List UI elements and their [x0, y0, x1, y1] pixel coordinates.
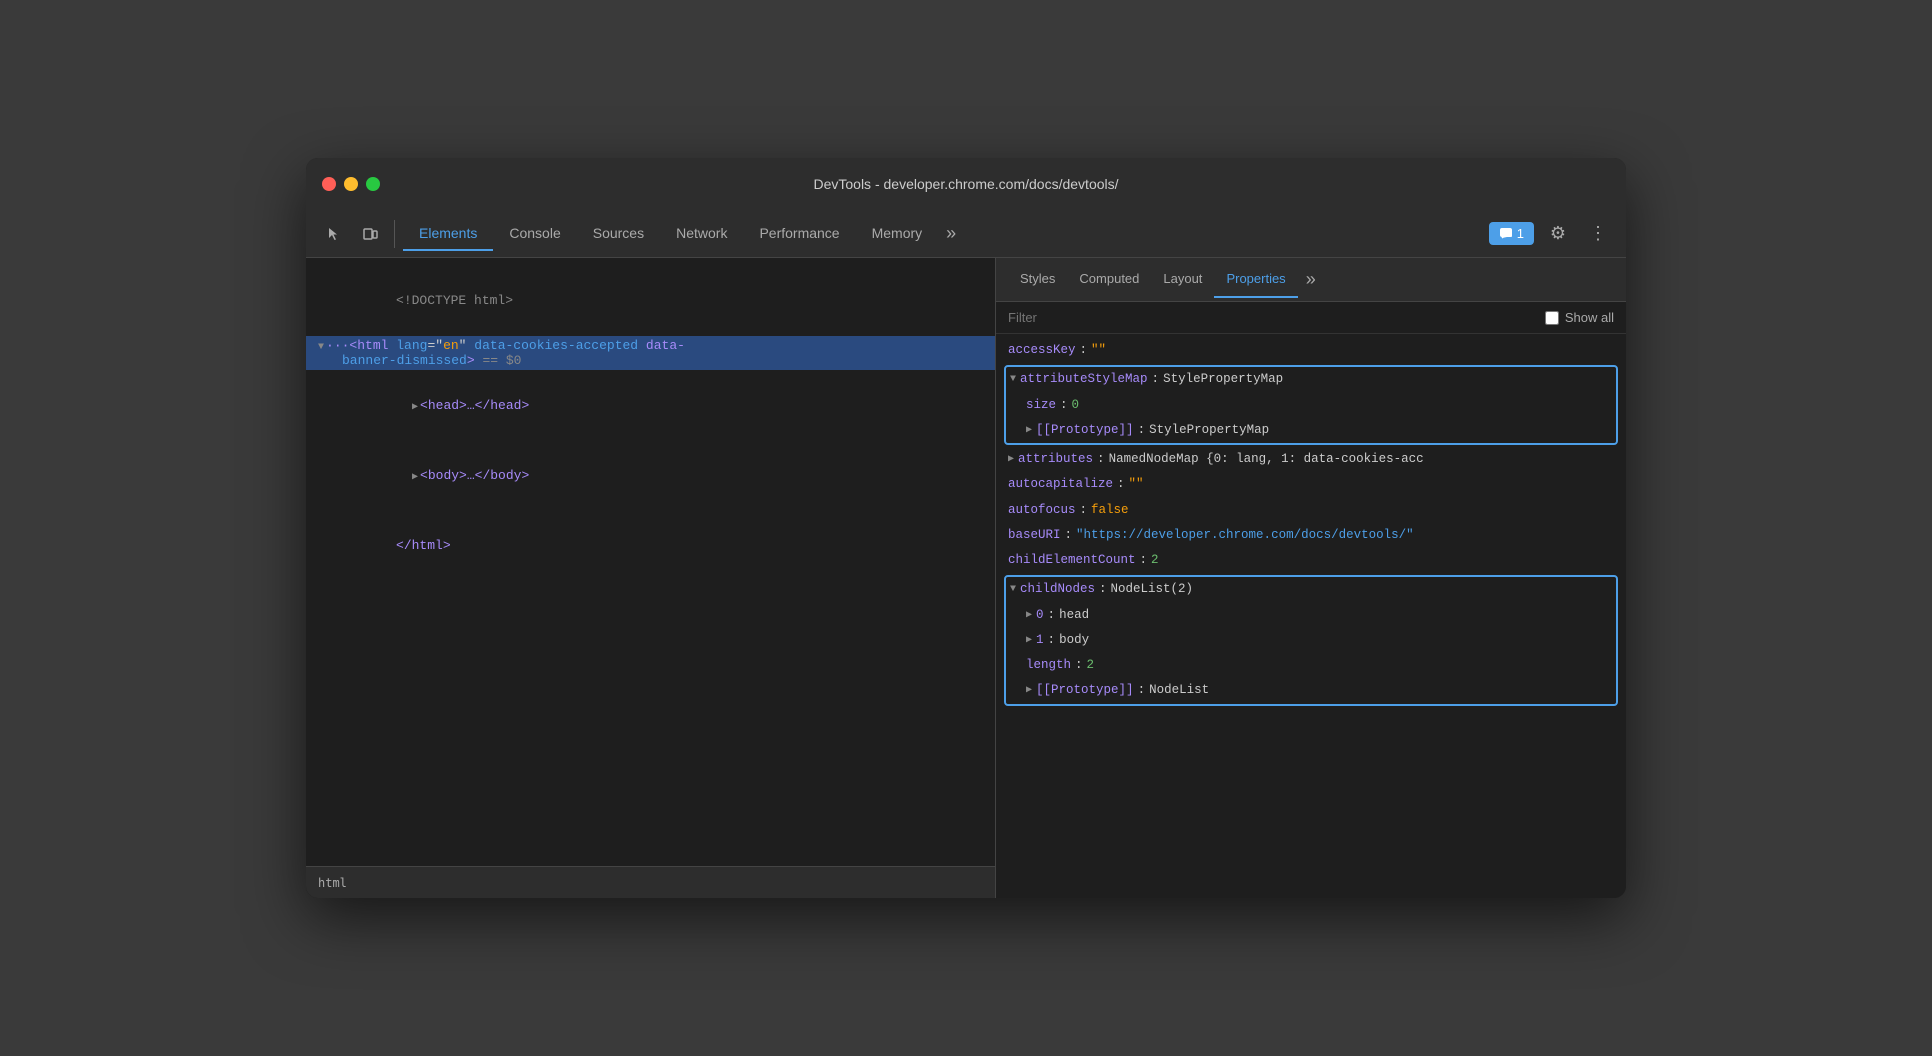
- prop-childelementcount: childElementCount : 2: [996, 548, 1626, 573]
- tab-sources[interactable]: Sources: [577, 217, 660, 251]
- properties-content[interactable]: accessKey : "" ▼ attributeStyleMap : Sty…: [996, 334, 1626, 898]
- dom-tree[interactable]: <!DOCTYPE html> ▼···<html lang="en" data…: [306, 258, 995, 866]
- device-icon: [362, 226, 378, 242]
- settings-button[interactable]: ⚙: [1542, 218, 1574, 250]
- tab-network[interactable]: Network: [660, 217, 743, 251]
- tab-memory[interactable]: Memory: [856, 217, 939, 251]
- html-closing: </html>: [318, 511, 983, 581]
- childnodes-section: ▼ childNodes : NodeList(2) ▶ 0 : head ▶ …: [1004, 575, 1618, 705]
- props-tabs: Styles Computed Layout Properties »: [996, 258, 1626, 302]
- show-all-container: Show all: [1545, 310, 1614, 325]
- body-element[interactable]: ▶<body>…</body>: [318, 440, 983, 510]
- tab-styles[interactable]: Styles: [1008, 261, 1067, 298]
- prop-prototype-nodelist[interactable]: ▶ [[Prototype]] : NodeList: [1022, 678, 1616, 703]
- dom-status-bar: html: [306, 866, 995, 898]
- doctype-line: <!DOCTYPE html>: [318, 266, 983, 336]
- head-element[interactable]: ▶<head>…</head>: [318, 370, 983, 440]
- prop-accesskey: accessKey : "": [996, 338, 1626, 363]
- prop-childnodes[interactable]: ▼ childNodes : NodeList(2): [1006, 577, 1616, 602]
- filter-bar: Show all: [996, 302, 1626, 334]
- select-element-button[interactable]: [318, 218, 350, 250]
- prop-node-0[interactable]: ▶ 0 : head: [1022, 603, 1616, 628]
- prop-attributestylemap[interactable]: ▼ attributeStyleMap : StylePropertyMap: [1006, 367, 1616, 392]
- cursor-icon: [326, 226, 342, 242]
- tab-layout[interactable]: Layout: [1151, 261, 1214, 298]
- titlebar: DevTools - developer.chrome.com/docs/dev…: [306, 158, 1626, 210]
- more-props-tabs-button[interactable]: »: [1298, 265, 1324, 294]
- chat-icon: [1499, 227, 1513, 241]
- toolbar-divider-1: [394, 220, 395, 248]
- prop-nodelist-length: length : 2: [1022, 653, 1616, 678]
- filter-input[interactable]: [1008, 310, 1545, 325]
- tab-performance[interactable]: Performance: [743, 217, 855, 251]
- tab-elements[interactable]: Elements: [403, 217, 493, 251]
- show-all-label: Show all: [1565, 310, 1614, 325]
- main-content: <!DOCTYPE html> ▼···<html lang="en" data…: [306, 258, 1626, 898]
- dom-breadcrumb: html: [318, 876, 347, 890]
- html-element-selected[interactable]: ▼···<html lang="en" data-cookies-accepte…: [306, 336, 995, 370]
- prop-attributes[interactable]: ▶ attributes : NamedNodeMap {0: lang, 1:…: [996, 447, 1626, 472]
- main-toolbar: Elements Console Sources Network Perform…: [306, 210, 1626, 258]
- prop-prototype-stylemap[interactable]: ▶ [[Prototype]] : StylePropertyMap: [1022, 418, 1616, 443]
- prop-node-1[interactable]: ▶ 1 : body: [1022, 628, 1616, 653]
- main-tabs: Elements Console Sources Network Perform…: [403, 217, 1485, 251]
- window-title: DevTools - developer.chrome.com/docs/dev…: [813, 176, 1118, 192]
- more-options-button[interactable]: ⋮: [1582, 218, 1614, 250]
- tab-properties[interactable]: Properties: [1214, 261, 1297, 298]
- maximize-button[interactable]: [366, 177, 380, 191]
- prop-autocapitalize: autocapitalize : "": [996, 472, 1626, 497]
- tab-console[interactable]: Console: [493, 217, 576, 251]
- traffic-lights: [322, 177, 380, 191]
- device-toolbar-button[interactable]: [354, 218, 386, 250]
- props-panel: Styles Computed Layout Properties » Show…: [996, 258, 1626, 898]
- close-button[interactable]: [322, 177, 336, 191]
- minimize-button[interactable]: [344, 177, 358, 191]
- tab-computed[interactable]: Computed: [1067, 261, 1151, 298]
- toolbar-right: 1 ⚙ ⋮: [1489, 218, 1614, 250]
- notifications-button[interactable]: 1: [1489, 222, 1534, 245]
- more-tabs-button[interactable]: »: [938, 219, 964, 248]
- badge-count: 1: [1517, 226, 1524, 241]
- show-all-checkbox[interactable]: [1545, 311, 1559, 325]
- devtools-window: DevTools - developer.chrome.com/docs/dev…: [306, 158, 1626, 898]
- prop-size: size : 0: [1022, 393, 1616, 418]
- prop-baseuri: baseURI : "https://developer.chrome.com/…: [996, 523, 1626, 548]
- prop-autofocus: autofocus : false: [996, 498, 1626, 523]
- dom-panel: <!DOCTYPE html> ▼···<html lang="en" data…: [306, 258, 996, 898]
- attribute-style-map-section: ▼ attributeStyleMap : StylePropertyMap s…: [1004, 365, 1618, 445]
